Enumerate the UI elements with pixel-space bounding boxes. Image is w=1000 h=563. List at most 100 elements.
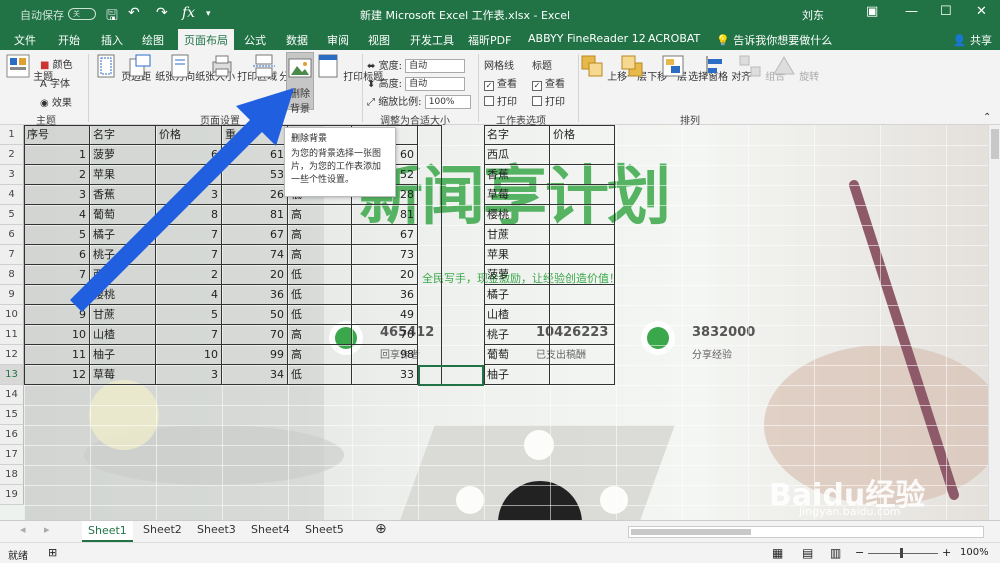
tab-view[interactable]: 视图: [368, 32, 390, 48]
row-header[interactable]: 19: [0, 485, 24, 505]
rotate-label: 旋转: [799, 72, 820, 83]
page-layout-view-icon[interactable]: ▤: [802, 546, 813, 560]
row-header[interactable]: 11: [0, 325, 24, 345]
customize-qat-icon[interactable]: ▾: [206, 9, 211, 19]
tab-home[interactable]: 开始: [58, 32, 80, 48]
row-header[interactable]: 1: [0, 125, 24, 145]
rotate-icon: [773, 56, 795, 75]
tab-formulas[interactable]: 公式: [244, 32, 266, 48]
active-cell[interactable]: [418, 365, 484, 386]
row-header[interactable]: 6: [0, 225, 24, 245]
group-button[interactable]: 组合: [738, 54, 785, 83]
row-header[interactable]: 15: [0, 405, 24, 425]
row-header[interactable]: 14: [0, 385, 24, 405]
row-header[interactable]: 9: [0, 285, 24, 305]
autosave-toggle[interactable]: 关: [68, 8, 96, 20]
maximize-icon[interactable]: ☐: [940, 4, 952, 19]
row-header[interactable]: 13: [0, 365, 24, 385]
width-select[interactable]: 自动: [405, 59, 466, 73]
rotate-button[interactable]: 旋转: [772, 54, 819, 83]
bring-forward-button[interactable]: 上移一层: [580, 54, 647, 83]
colors-button[interactable]: ■ 颜色: [40, 56, 73, 71]
headings-print-label: 打印: [545, 97, 565, 108]
zoom-slider[interactable]: [868, 553, 938, 554]
collapse-ribbon-icon[interactable]: ⌃: [983, 112, 991, 123]
tab-developer[interactable]: 开发工具: [410, 32, 454, 48]
add-sheet-icon[interactable]: ⊕: [375, 521, 387, 537]
row-header[interactable]: 16: [0, 425, 24, 445]
selection-pane-button[interactable]: 选择窗格: [661, 54, 728, 83]
sheet-tab-1[interactable]: Sheet1: [82, 521, 133, 542]
tab-foxit-pdf[interactable]: 福昕PDF: [468, 32, 511, 48]
send-backward-button[interactable]: 下移一层: [620, 54, 687, 83]
gridlines-view-option[interactable]: ✓ 查看: [484, 75, 517, 91]
zoom-out-icon[interactable]: −: [855, 546, 864, 559]
sheet-tab-4[interactable]: Sheet4: [251, 523, 290, 536]
redo-icon[interactable]: ↷: [156, 5, 168, 21]
row-header[interactable]: 17: [0, 445, 24, 465]
height-select[interactable]: 自动: [405, 77, 466, 91]
page-break-view-icon[interactable]: ▥: [830, 546, 841, 560]
row-header[interactable]: 8: [0, 265, 24, 285]
gridlines-print-option[interactable]: 打印: [484, 93, 517, 108]
row-header[interactable]: 2: [0, 145, 24, 165]
stat-value-shared: 3832000: [692, 325, 756, 340]
zoom-spinner[interactable]: 100%: [424, 95, 471, 109]
save-icon[interactable]: 🖫: [106, 5, 118, 29]
headings-print-option[interactable]: 打印: [532, 93, 565, 108]
row-header[interactable]: 3: [0, 165, 24, 185]
headings-view-label: 查看: [545, 79, 565, 90]
gridlines-view-checkbox[interactable]: ✓: [484, 81, 494, 91]
normal-view-icon[interactable]: ▦: [772, 546, 783, 560]
tab-data[interactable]: 数据: [286, 32, 308, 48]
row-header[interactable]: 12: [0, 345, 24, 365]
close-icon[interactable]: ✕: [976, 4, 987, 19]
row-header[interactable]: 5: [0, 205, 24, 225]
vertical-scrollbar[interactable]: [988, 125, 1000, 520]
horizontal-scroll-thumb[interactable]: [631, 529, 751, 535]
themes-button[interactable]: 主题: [6, 54, 53, 83]
tab-insert[interactable]: 插入: [101, 32, 123, 48]
headings-print-checkbox[interactable]: [532, 96, 542, 106]
tab-acrobat[interactable]: ACROBAT: [648, 32, 700, 45]
function-icon[interactable]: fx: [182, 5, 195, 21]
fonts-button[interactable]: A 字体: [40, 75, 70, 90]
tab-review[interactable]: 审阅: [327, 32, 349, 48]
annotation-arrow: [70, 88, 294, 312]
row-header[interactable]: 18: [0, 465, 24, 485]
macro-record-icon[interactable]: ⊞: [48, 546, 57, 559]
row-header[interactable]: 10: [0, 305, 24, 325]
tab-file[interactable]: 文件: [14, 32, 36, 48]
autosave-label: 自动保存: [20, 9, 64, 22]
headings-view-checkbox[interactable]: ✓: [532, 81, 542, 91]
tab-draw[interactable]: 绘图: [142, 32, 164, 48]
zoom-slider-thumb[interactable]: [900, 548, 903, 558]
zoom-percentage[interactable]: 100%: [960, 547, 989, 558]
sheet-tab-5[interactable]: Sheet5: [305, 523, 344, 536]
row-header[interactable]: 7: [0, 245, 24, 265]
horizontal-scrollbar[interactable]: [628, 526, 984, 538]
lightbulb-icon: 💡: [716, 34, 730, 47]
share-button[interactable]: 👤 共享: [953, 32, 992, 48]
effects-button[interactable]: ◉ 效果: [40, 94, 72, 109]
align-button[interactable]: 对齐: [704, 54, 751, 83]
sheet-tab-3[interactable]: Sheet3: [197, 523, 236, 536]
minimize-icon[interactable]: —: [905, 4, 918, 19]
undo-icon[interactable]: ↶: [128, 5, 140, 21]
sheet-tab-2[interactable]: Sheet2: [143, 523, 182, 536]
width-label: 宽度:: [378, 61, 402, 72]
tab-abbyy[interactable]: ABBYY FineReader 12: [528, 32, 646, 45]
vertical-scroll-thumb[interactable]: [991, 129, 999, 159]
ribbon-display-icon[interactable]: ▣: [866, 4, 878, 19]
height-setting: ⬍ 高度: 自动: [367, 75, 466, 91]
scroll-sheets-left-icon[interactable]: ◂: [20, 523, 26, 536]
headings-view-option[interactable]: ✓ 查看: [532, 75, 565, 91]
user-name[interactable]: 刘东: [802, 7, 824, 23]
print-titles-button[interactable]: 打印标题: [316, 54, 383, 83]
gridlines-print-checkbox[interactable]: [484, 96, 494, 106]
row-header[interactable]: 4: [0, 185, 24, 205]
scroll-sheets-right-icon[interactable]: ▸: [44, 523, 50, 536]
zoom-in-icon[interactable]: +: [942, 546, 951, 559]
tell-me-search[interactable]: 💡 告诉我你想要做什么: [716, 32, 832, 48]
tab-page-layout[interactable]: 页面布局: [178, 29, 234, 50]
